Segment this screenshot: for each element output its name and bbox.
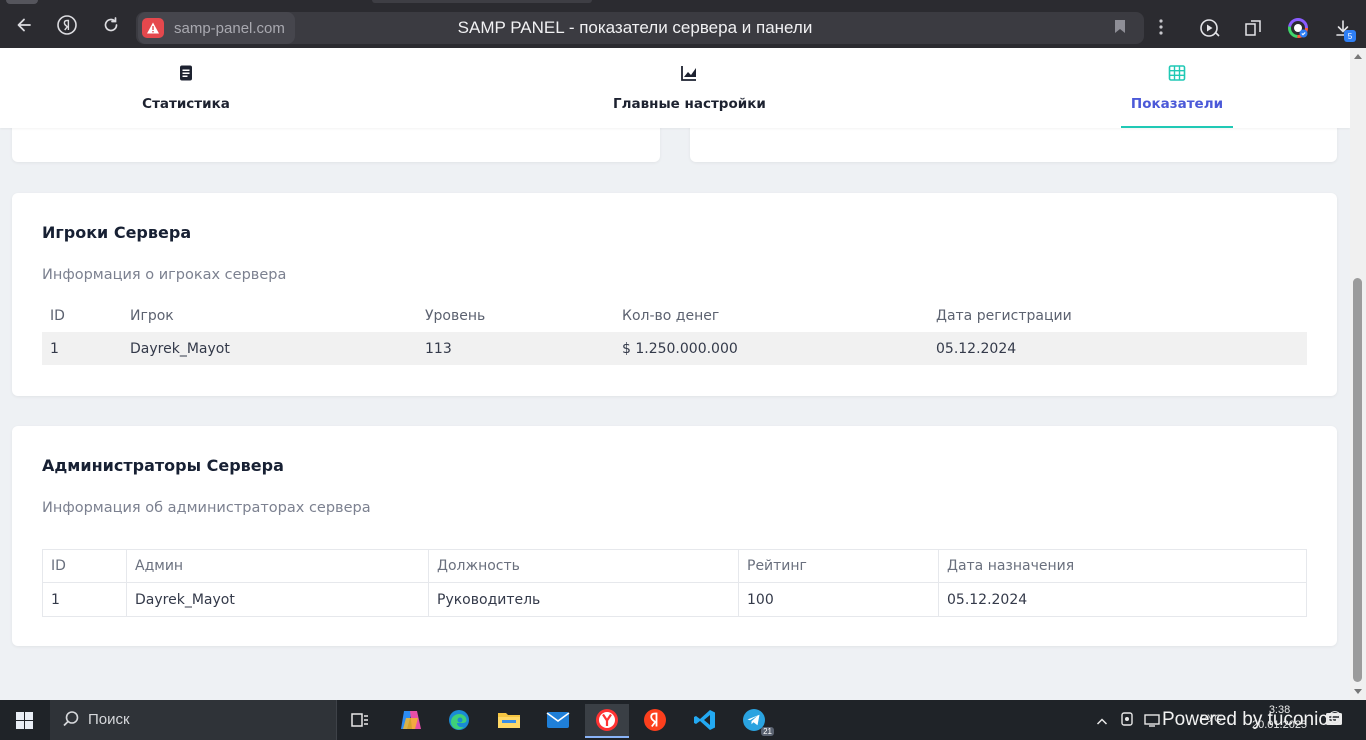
powered-by-overlay: Powered by tuconic© [1162,709,1342,730]
admins-card: Администраторы Сервера Информация об адм… [12,426,1337,646]
admins-table: ID Админ Должность Рейтинг Дата назначен… [42,549,1307,617]
reload-icon[interactable] [100,14,122,36]
tab-statistics[interactable]: Статистика [136,48,236,128]
table-row[interactable]: 1 Dayrek_Mayot Руководитель 100 05.12.20… [42,582,1307,617]
table-cell: Dayrek_Mayot [126,582,429,617]
admins-subtitle: Информация об администраторах сервера [42,500,371,516]
table-row[interactable]: 1 Dayrek_Mayot 113 $ 1.250.000.000 05.12… [42,332,1307,365]
scroll-down-icon[interactable] [1354,689,1362,694]
yandex-logo-icon[interactable] [56,14,78,36]
task-view-icon[interactable] [338,704,382,736]
search-icon [62,710,80,732]
domain-text: samp-panel.com [174,19,285,37]
table-cell: $ 1.250.000.000 [614,332,928,365]
table-cell: Dayrek_Mayot [122,332,417,365]
scroll-up-icon[interactable] [1354,54,1362,59]
start-button[interactable] [16,712,33,729]
copilot-icon[interactable] [389,704,433,736]
section-tabs: Статистика Главные настройки Показатели [0,48,1350,128]
table-cell: 05.12.2024 [938,582,1307,617]
search-label: Поиск [88,711,130,728]
camera-icon[interactable] [1120,711,1134,733]
browser-tab[interactable] [6,0,38,4]
security-warning-icon[interactable] [142,18,164,38]
players-table: ID Игрок Уровень Кол-во денег Дата регис… [42,300,1307,365]
taskbar-search[interactable]: Поиск [50,700,337,740]
download-count-badge: 5 [1344,30,1356,42]
media-play-icon[interactable] [1199,17,1221,39]
address-domain[interactable]: samp-panel.com [138,12,295,44]
players-subtitle: Информация о игроках сервера [42,267,287,283]
yandex-browser-icon[interactable] [585,704,629,738]
admins-title: Администраторы Сервера [42,456,284,475]
column-header: Дата назначения [938,549,1307,583]
column-header: Игрок [130,308,174,324]
browser-tab[interactable] [372,0,592,3]
collections-icon[interactable] [1243,17,1265,39]
table-cell: 113 [417,332,614,365]
page-title: SAMP PANEL - показатели сервера и панели [457,18,813,37]
page-viewport: Статистика Главные настройки Показатели … [0,48,1350,700]
table-cell: 1 [42,582,127,617]
scrollbar-thumb[interactable] [1353,278,1362,682]
bookmark-icon[interactable] [1114,19,1126,38]
players-title: Игроки Сервера [42,223,192,242]
tab-label: Статистика [142,96,230,112]
active-tab-underline [1121,126,1233,128]
table-header-row: ID Игрок Уровень Кол-во денег Дата регис… [42,300,1307,332]
browser-toolbar: samp-panel.com SAMP PANEL - показатели с… [0,0,1366,48]
column-header: Рейтинг [738,549,939,583]
tab-strip [0,0,1366,6]
table-cell: 100 [738,582,939,617]
column-header: Должность [428,549,739,583]
column-header: Уровень [425,308,486,324]
telegram-badge: 21 [761,727,774,736]
profile-avatar-icon[interactable] [1287,17,1309,39]
table-header-row: ID Админ Должность Рейтинг Дата назначен… [42,549,1307,583]
table-cell: 1 [42,332,122,365]
back-arrow-icon[interactable] [13,14,35,36]
column-header: ID [42,549,127,583]
column-header: Дата регистрации [936,308,1072,324]
column-header: Админ [126,549,429,583]
table-cell: 05.12.2024 [928,332,1307,365]
chart-icon [680,64,698,82]
telegram-icon[interactable]: 21 [732,704,776,736]
table-cell: Руководитель [428,582,739,617]
yandex-app-icon[interactable] [633,704,677,736]
vscode-icon[interactable] [683,704,727,736]
tray-chevron-icon[interactable] [1096,713,1108,732]
column-header: Кол-во денег [622,308,720,324]
menu-dots-icon[interactable] [1158,18,1164,40]
tab-indicators[interactable]: Показатели [1121,48,1233,128]
players-card: Игроки Сервера Информация о игроках серв… [12,193,1337,396]
column-header: ID [50,308,65,324]
tab-label: Показатели [1130,96,1224,112]
page-scrollbar[interactable] [1350,48,1366,700]
edge-browser-icon[interactable] [437,704,481,736]
tab-main-settings[interactable]: Главные настройки [613,48,766,128]
file-explorer-icon[interactable] [487,704,531,736]
table-grid-icon [1168,64,1186,82]
document-icon [177,64,195,82]
tab-label: Главные настройки [613,96,766,112]
network-icon[interactable] [1144,712,1160,731]
mail-icon[interactable] [536,704,580,736]
